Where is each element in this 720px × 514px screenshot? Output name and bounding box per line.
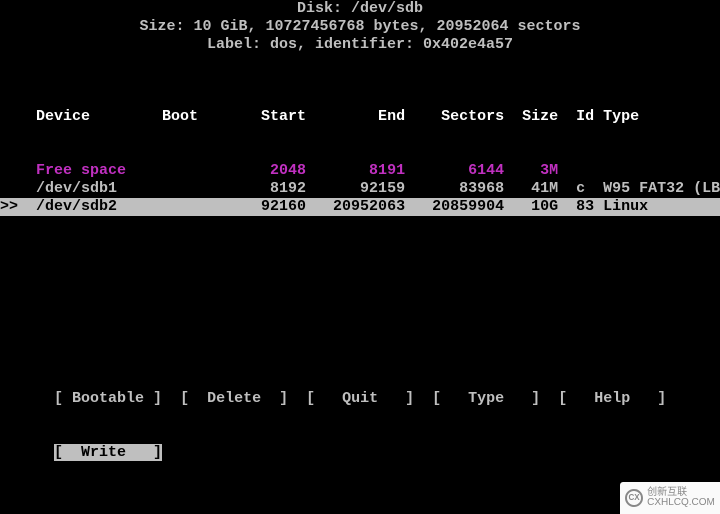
menu-item-write[interactable]: [ Write ] <box>54 444 162 461</box>
cfdisk-screen: Disk: /dev/sdb Size: 10 GiB, 10727456768… <box>0 0 720 514</box>
partition-row[interactable]: >> /dev/sdb2 92160 20952063 20859904 10G… <box>0 198 720 216</box>
header-disk-line: Disk: /dev/sdb <box>0 0 720 18</box>
menu-item-help[interactable]: [ Help ] <box>558 390 666 407</box>
menu-item-delete[interactable]: [ Delete ] <box>180 390 288 407</box>
partition-row[interactable]: /dev/sdb1 8192 92159 83968 41M c W95 FAT… <box>0 180 720 198</box>
table-header: Device Boot Start End Sectors Size Id Ty… <box>0 108 720 126</box>
menu-item-quit[interactable]: [ Quit ] <box>306 390 414 407</box>
header-size-line: Size: 10 GiB, 10727456768 bytes, 2095206… <box>0 18 720 36</box>
menu-item-type[interactable]: [ Type ] <box>432 390 540 407</box>
watermark-badge: CX 创新互联 CXHLCQ.COM <box>620 482 720 514</box>
watermark-logo-icon: CX <box>625 489 643 507</box>
action-menu: [ Bootable ] [ Delete ] [ Quit ] [ Type … <box>0 354 720 498</box>
partition-table: Device Boot Start End Sectors Size Id Ty… <box>0 72 720 252</box>
disk-header: Disk: /dev/sdb Size: 10 GiB, 10727456768… <box>0 0 720 54</box>
watermark-text: 创新互联 CXHLCQ.COM <box>647 488 715 508</box>
menu-item-bootable[interactable]: [ Bootable ] <box>54 390 162 407</box>
partition-row[interactable]: Free space 2048 8191 6144 3M <box>0 162 720 180</box>
header-label-line: Label: dos, identifier: 0x402e4a57 <box>0 36 720 54</box>
